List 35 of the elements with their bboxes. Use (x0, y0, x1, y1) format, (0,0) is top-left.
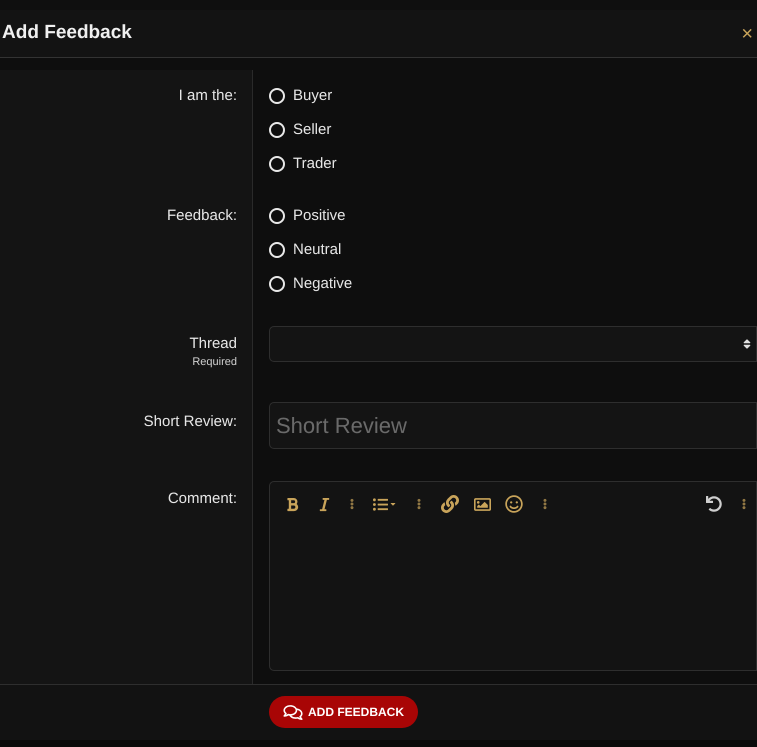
more-icon[interactable] (742, 497, 746, 511)
radio-button[interactable] (269, 208, 285, 224)
radio-option[interactable]: Trader (269, 154, 337, 174)
image-icon[interactable] (473, 496, 492, 512)
radio-button[interactable] (269, 156, 285, 172)
radio-option[interactable]: Neutral (269, 240, 342, 260)
more-icon[interactable] (350, 497, 354, 511)
field-label: I am the: (178, 86, 237, 106)
radio-option[interactable]: Positive (269, 206, 346, 226)
field-label: Short Review: (144, 412, 237, 432)
italic-icon[interactable] (319, 496, 330, 512)
undo-icon[interactable] (706, 496, 722, 512)
field-label: Feedback: (166, 206, 237, 226)
short-review-field[interactable]: Short Review (269, 402, 757, 449)
field-label: Thread (189, 334, 237, 354)
radio-option[interactable]: Negative (269, 274, 352, 294)
radio-option[interactable]: Buyer (269, 86, 332, 106)
radio-button[interactable] (269, 122, 285, 138)
sort-arrows-icon (742, 338, 752, 350)
radio-button[interactable] (269, 242, 285, 258)
smiley-icon[interactable] (505, 495, 523, 513)
link-icon[interactable] (441, 495, 459, 513)
field-hint: Required (192, 355, 237, 370)
add-feedback-button[interactable]: ADD FEEDBACK (269, 696, 418, 728)
radio-option[interactable]: Seller (269, 120, 332, 140)
bold-icon[interactable] (286, 496, 299, 512)
comments-icon (283, 704, 303, 720)
radio-button[interactable] (269, 88, 285, 104)
more-icon[interactable] (543, 497, 547, 511)
field-label: Comment: (168, 489, 237, 509)
close-button[interactable]: × (741, 24, 753, 44)
more-icon[interactable] (417, 497, 421, 511)
list-icon[interactable] (372, 496, 397, 512)
dialog-title: Add Feedback (1, 21, 132, 46)
radio-button[interactable] (269, 276, 285, 292)
